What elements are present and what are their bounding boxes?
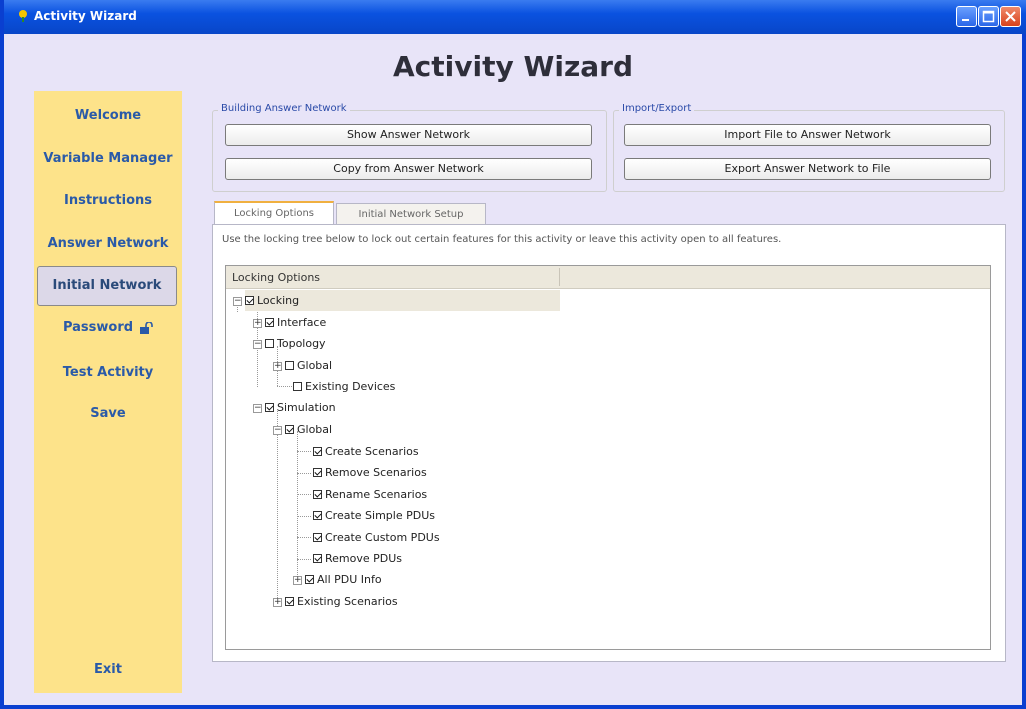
checkbox[interactable] bbox=[313, 490, 322, 499]
tree-node-create-scenarios[interactable]: Create Scenarios bbox=[313, 441, 419, 462]
tree-node-label: Interface bbox=[277, 316, 327, 329]
tree-node-label: Create Scenarios bbox=[325, 445, 419, 458]
maximize-icon bbox=[982, 10, 995, 23]
copy-from-answer-network-button[interactable]: Copy from Answer Network bbox=[225, 158, 592, 180]
sidebar-item-answer-network[interactable]: Answer Network bbox=[34, 236, 182, 251]
tree-node-topology-global[interactable]: Global bbox=[285, 355, 332, 376]
minimize-button[interactable] bbox=[956, 6, 977, 27]
checkbox[interactable] bbox=[313, 447, 322, 456]
checkbox[interactable] bbox=[265, 339, 274, 348]
tree-connector bbox=[297, 473, 311, 474]
tree-connector bbox=[297, 537, 311, 538]
group-legend-building: Building Answer Network bbox=[218, 103, 350, 114]
collapse-toggle[interactable]: − bbox=[253, 404, 262, 413]
checkbox[interactable] bbox=[245, 296, 254, 305]
tree-node-label: Locking bbox=[257, 294, 300, 307]
tab-initial-network-setup[interactable]: Initial Network Setup bbox=[336, 203, 486, 225]
activity-wizard-window: Activity Wizard Activity Wizard Welcome … bbox=[0, 0, 1026, 709]
checkbox[interactable] bbox=[293, 382, 302, 391]
collapse-toggle[interactable]: − bbox=[253, 340, 262, 349]
tree-node-label: All PDU Info bbox=[317, 573, 382, 586]
close-icon bbox=[1005, 11, 1016, 22]
tree-header-divider bbox=[559, 268, 560, 286]
tree-node-label: Existing Scenarios bbox=[297, 595, 398, 608]
checkbox[interactable] bbox=[265, 318, 274, 327]
tree-node-label: Create Simple PDUs bbox=[325, 509, 435, 522]
tree-node-label: Global bbox=[297, 359, 333, 372]
locking-tree[interactable]: Locking Options − + − + − − + + Locking … bbox=[225, 265, 991, 650]
expand-toggle[interactable]: + bbox=[273, 598, 282, 607]
tree-node-topology[interactable]: Topology bbox=[265, 333, 326, 354]
app-icon bbox=[19, 10, 27, 22]
window-title: Activity Wizard bbox=[34, 9, 137, 23]
checkbox[interactable] bbox=[313, 533, 322, 542]
tree-connector bbox=[297, 494, 311, 495]
tree-node-remove-scenarios[interactable]: Remove Scenarios bbox=[313, 462, 427, 483]
tree-node-locking[interactable]: Locking bbox=[245, 290, 560, 311]
tree-header: Locking Options bbox=[226, 266, 990, 289]
checkbox[interactable] bbox=[313, 511, 322, 520]
sidebar: Welcome Variable Manager Instructions An… bbox=[34, 91, 182, 693]
tree-node-remove-pdus[interactable]: Remove PDUs bbox=[313, 548, 402, 569]
tree-node-all-pdu-info[interactable]: All PDU Info bbox=[305, 569, 382, 590]
tree-connector bbox=[297, 559, 311, 560]
tree-node-interface[interactable]: Interface bbox=[265, 312, 326, 333]
tree-node-existing-scenarios[interactable]: Existing Scenarios bbox=[285, 591, 398, 612]
import-file-button[interactable]: Import File to Answer Network bbox=[624, 124, 991, 146]
minimize-icon bbox=[962, 19, 969, 21]
sidebar-item-welcome[interactable]: Welcome bbox=[34, 108, 182, 123]
tree-node-label: Rename Scenarios bbox=[325, 488, 428, 501]
tree-node-label: Remove Scenarios bbox=[325, 466, 427, 479]
tree-connector bbox=[277, 409, 278, 604]
collapse-toggle[interactable]: − bbox=[233, 297, 242, 306]
tree-node-label: Topology bbox=[277, 337, 326, 350]
tree-connector bbox=[297, 516, 311, 517]
checkbox[interactable] bbox=[265, 403, 274, 412]
tree-node-label: Global bbox=[297, 423, 333, 436]
tab-locking-options[interactable]: Locking Options bbox=[214, 201, 334, 225]
unlock-icon bbox=[140, 321, 153, 334]
sidebar-item-password[interactable]: Password bbox=[34, 320, 182, 335]
checkbox[interactable] bbox=[285, 597, 294, 606]
tree-header-label: Locking Options bbox=[232, 271, 321, 284]
tree-node-create-simple-pdus[interactable]: Create Simple PDUs bbox=[313, 505, 435, 526]
checkbox[interactable] bbox=[285, 361, 294, 370]
sidebar-item-label: Password bbox=[62, 320, 134, 335]
tree-node-label: Remove PDUs bbox=[325, 552, 403, 565]
export-file-button[interactable]: Export Answer Network to File bbox=[624, 158, 991, 180]
tree-node-rename-scenarios[interactable]: Rename Scenarios bbox=[313, 484, 427, 505]
page-title: Activity Wizard bbox=[392, 50, 633, 83]
close-button[interactable] bbox=[1000, 6, 1021, 27]
checkbox[interactable] bbox=[313, 554, 322, 563]
checkbox[interactable] bbox=[313, 468, 322, 477]
sidebar-item-exit[interactable]: Exit bbox=[34, 662, 182, 677]
tree-node-label: Simulation bbox=[277, 401, 336, 414]
expand-toggle[interactable]: + bbox=[293, 576, 302, 585]
group-legend-import-export: Import/Export bbox=[619, 103, 695, 114]
maximize-button[interactable] bbox=[978, 6, 999, 27]
show-answer-network-button[interactable]: Show Answer Network bbox=[225, 124, 592, 146]
sidebar-item-initial-network[interactable]: Initial Network bbox=[37, 266, 177, 306]
tree-connector bbox=[297, 451, 311, 452]
sidebar-item-save[interactable]: Save bbox=[34, 406, 182, 421]
title-bar[interactable]: Activity Wizard bbox=[4, 0, 1026, 34]
tree-node-create-custom-pdus[interactable]: Create Custom PDUs bbox=[313, 527, 440, 548]
checkbox[interactable] bbox=[305, 575, 314, 584]
tree-node-label: Create Custom PDUs bbox=[325, 531, 440, 544]
sidebar-item-instructions[interactable]: Instructions bbox=[34, 193, 182, 208]
tree-node-existing-devices[interactable]: Existing Devices bbox=[293, 376, 395, 397]
expand-toggle[interactable]: + bbox=[253, 319, 262, 328]
tree-node-simulation[interactable]: Simulation bbox=[265, 397, 336, 418]
expand-toggle[interactable]: + bbox=[273, 362, 282, 371]
collapse-toggle[interactable]: − bbox=[273, 426, 282, 435]
sidebar-item-variable-manager[interactable]: Variable Manager bbox=[34, 151, 182, 166]
sidebar-item-test-activity[interactable]: Test Activity bbox=[34, 365, 182, 380]
instructions-text: Use the locking tree below to lock out c… bbox=[222, 234, 782, 245]
tree-node-label: Existing Devices bbox=[305, 380, 396, 393]
checkbox[interactable] bbox=[285, 425, 294, 434]
tree-connector bbox=[277, 386, 292, 387]
tree-node-simulation-global[interactable]: Global bbox=[285, 419, 332, 440]
